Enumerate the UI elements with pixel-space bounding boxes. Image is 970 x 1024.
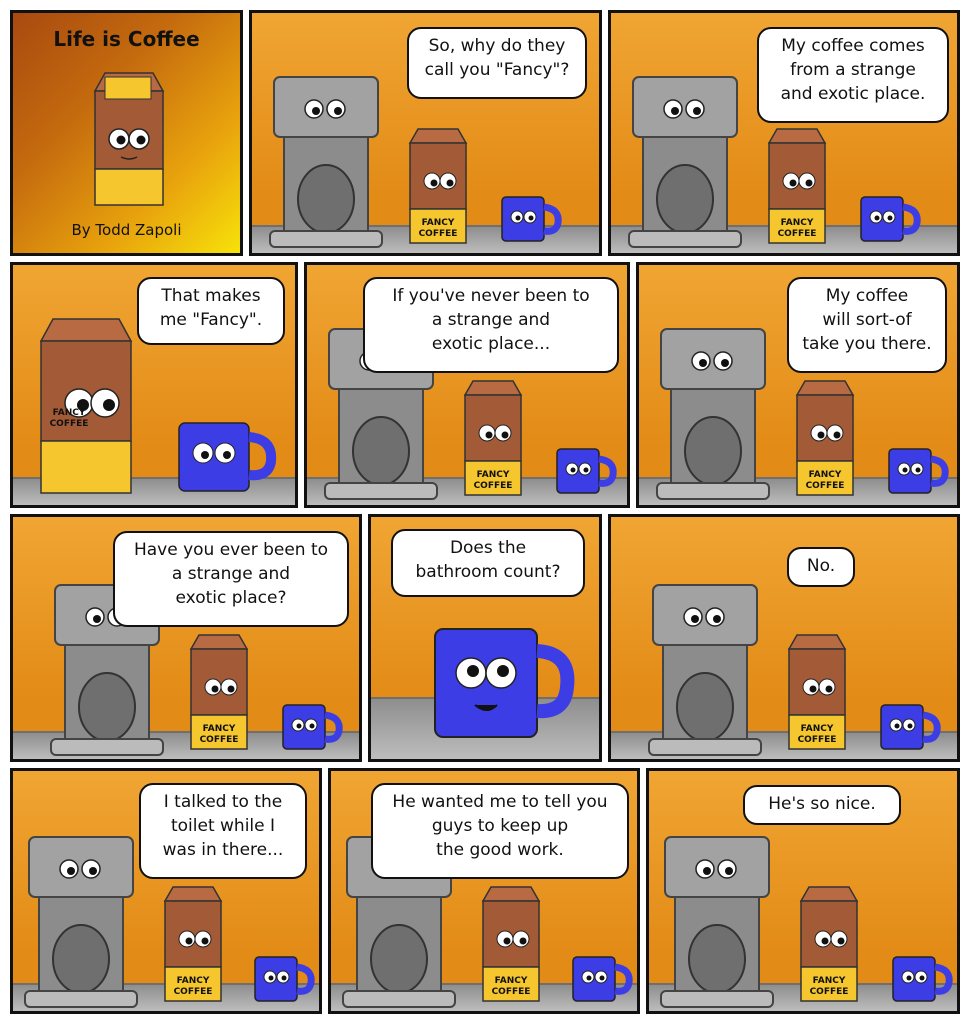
speech-bubble: My coffee will sort-of take you there. [787, 277, 947, 373]
speech-bubble: No. [787, 547, 855, 587]
bag-label-text: COFFEE [798, 735, 837, 745]
bag-label-text: FANCY [813, 976, 846, 986]
blue-mug [282, 704, 343, 750]
panel-5: FANCY COFFEE My coffee will sort-of take … [636, 262, 960, 508]
fancy-coffee-bag: FANCYCOFFEE [767, 128, 827, 244]
blue-mug [556, 448, 617, 494]
bag-label-text: COFFEE [806, 481, 845, 491]
fancy-coffee-bag: FANCYCOFFEE [189, 634, 249, 750]
fancy-coffee-bag: FANCYCOFFEE [408, 128, 468, 244]
bag-label-text: FANCY [477, 470, 510, 480]
blue-mug [888, 448, 949, 494]
coffee-maker [660, 836, 774, 1008]
coffee-maker [24, 836, 138, 1008]
blue-mug [254, 956, 315, 1002]
panel-8: FANCY COFFEE No. [608, 514, 960, 762]
blue-mug [860, 196, 921, 242]
speech-bubble: That makes me "Fancy". [137, 277, 285, 345]
fancy-coffee-bag: FANCYCOFFEE [799, 886, 859, 1002]
bag-label-text: COFFEE [778, 229, 817, 239]
panel-9: FANCY COFFEE I talked to the toilet while… [10, 768, 322, 1014]
panel-4: FANCY COFFEE If you've never been to a st… [304, 262, 630, 508]
bag-label-text: FANCY [781, 218, 814, 228]
coffee-maker [648, 584, 762, 756]
speech-bubble: I talked to the toilet while I was in th… [139, 783, 307, 879]
fancy-coffee-bag: FANCYCOFFEE [787, 634, 847, 750]
coffee-maker [628, 76, 742, 248]
speech-bubble: If you've never been to a strange and ex… [363, 277, 619, 373]
panel-7: Does the bathroom count? [368, 514, 602, 762]
blue-mug [501, 196, 562, 242]
blue-mug [880, 704, 941, 750]
speech-bubble: Have you ever been to a strange and exot… [113, 531, 349, 627]
bag-label-text: FANCY [203, 724, 236, 734]
panel-1: FANCY COFFEE So, why do they call you "Fa… [249, 10, 602, 256]
scene-machine-bag-mug: FANCYCOFFEE [648, 584, 941, 756]
bag-label-text: FANCY [495, 976, 528, 986]
blue-mug [178, 422, 277, 492]
speech-bubble: My coffee comes from a strange and exoti… [757, 27, 949, 123]
blue-mug [572, 956, 633, 1002]
byline: By Todd Zapoli [71, 221, 182, 239]
fancy-coffee-bag: FANCYCOFFEE [481, 886, 541, 1002]
fancy-coffee-bag: FANCYCOFFEE [463, 380, 523, 496]
speech-bubble: Does the bathroom count? [391, 529, 585, 597]
bag-label-text: COFFEE [419, 229, 458, 239]
fancy-coffee-bag-illustration [93, 72, 165, 206]
bag-label-text: FANCY [809, 470, 842, 480]
fancy-coffee-bag: FANCYCOFFEE [163, 886, 223, 1002]
panel-2: FANCY COFFEE My coffee comes from a stran… [608, 10, 960, 256]
bag-label-text: COFFEE [492, 987, 531, 997]
coffee-maker [269, 76, 383, 248]
coffee-maker [656, 328, 770, 500]
panel-3: FANCY COFFEE That makes me "Fancy". [10, 262, 298, 508]
bag-label-text: COFFEE [810, 987, 849, 997]
bag-label-text: FANCY [53, 408, 86, 418]
panel-6: FANCY COFFEE Have you ever been to a stra… [10, 514, 362, 762]
blue-mug [434, 628, 575, 738]
fancy-coffee-bag: FANCYCOFFEE [795, 380, 855, 496]
bag-label-text: COFFEE [50, 419, 89, 429]
speech-bubble: So, why do they call you "Fancy"? [407, 27, 587, 99]
bag-label-text: FANCY [422, 218, 455, 228]
bag-label-text: COFFEE [174, 987, 213, 997]
panel-11: FANCY COFFEE He's so nice. [646, 768, 960, 1014]
bag-label-text: FANCY [177, 976, 210, 986]
bag-label-text: COFFEE [474, 481, 513, 491]
bag-label-text: FANCY [801, 724, 834, 734]
speech-bubble: He's so nice. [743, 785, 901, 825]
speech-bubble: He wanted me to tell you guys to keep up… [371, 783, 629, 879]
bag-label-text: COFFEE [200, 735, 239, 745]
panel-10: FANCY COFFEE He wanted me to tell you guy… [328, 768, 640, 1014]
blue-mug [892, 956, 953, 1002]
fancy-coffee-bag: FANCYCOFFEE [39, 318, 133, 494]
title-panel: Life is Coffee By Todd Zapoli [10, 10, 243, 256]
